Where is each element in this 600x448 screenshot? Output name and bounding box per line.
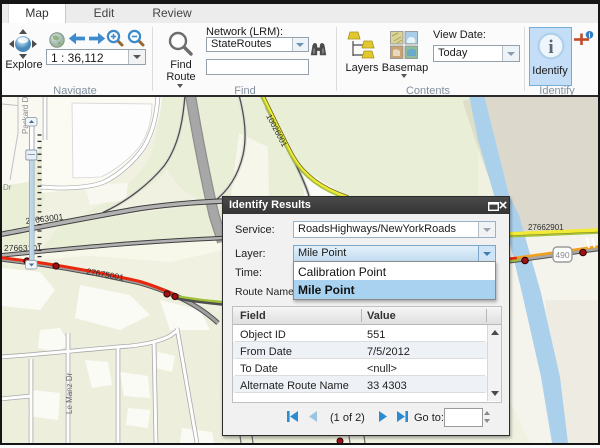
- svg-text:Packard Dr: Packard Dr: [21, 95, 30, 134]
- svg-text:490: 490: [555, 250, 569, 260]
- svg-text:i: i: [589, 32, 591, 40]
- svg-text:27663101: 27663101: [4, 243, 42, 253]
- svg-text:i: i: [548, 37, 553, 58]
- svg-text:27662901: 27662901: [528, 223, 564, 232]
- svg-text:Dr: Dr: [3, 183, 12, 192]
- svg-text:Le Manz Dr: Le Manz Dr: [65, 372, 74, 414]
